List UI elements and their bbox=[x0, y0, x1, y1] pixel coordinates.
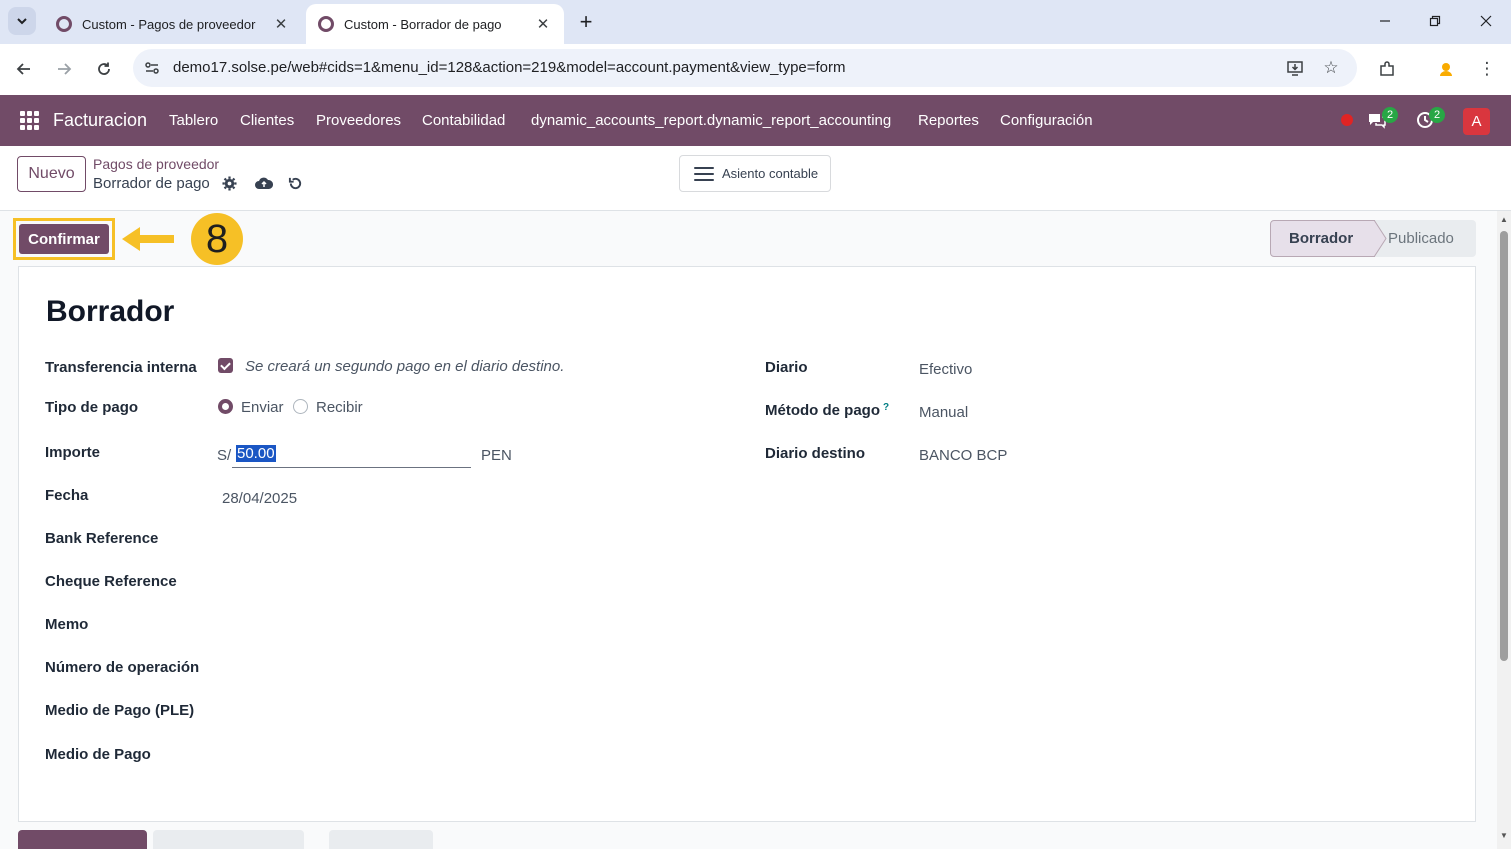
chevron-down-icon bbox=[17, 18, 27, 25]
site-settings-icon[interactable] bbox=[143, 59, 161, 77]
log-note-tab[interactable] bbox=[153, 830, 304, 849]
metodo-pago-label-text: Método de pago bbox=[765, 402, 880, 419]
breadcrumb-current: Borrador de pago bbox=[93, 175, 210, 192]
status-bar: Publicado Borrador bbox=[1270, 220, 1476, 257]
label-medio-pago: Medio de Pago bbox=[45, 746, 151, 763]
apps-menu-icon[interactable] bbox=[20, 111, 39, 130]
menu-contabilidad[interactable]: Contabilidad bbox=[422, 112, 505, 129]
label-fecha: Fecha bbox=[45, 487, 89, 504]
diario-destino-value[interactable]: BANCO BCP bbox=[919, 447, 1007, 464]
label-memo: Memo bbox=[45, 616, 89, 633]
confirm-highlight: Confirmar bbox=[13, 218, 115, 260]
radio-enviar-label[interactable]: Enviar bbox=[241, 399, 284, 416]
label-diario: Diario bbox=[765, 359, 808, 376]
minimize-icon[interactable] bbox=[1362, 6, 1408, 36]
tab-title: Custom - Borrador de pago bbox=[344, 16, 502, 32]
new-tab-icon[interactable]: + bbox=[573, 9, 599, 35]
user-avatar[interactable]: A bbox=[1463, 108, 1490, 135]
metodo-pago-value[interactable]: Manual bbox=[919, 404, 968, 421]
radio-enviar[interactable] bbox=[218, 399, 233, 414]
back-icon[interactable] bbox=[9, 54, 39, 84]
radio-recibir[interactable] bbox=[293, 399, 308, 414]
tab-search-button[interactable] bbox=[8, 7, 36, 35]
status-publicado[interactable]: Publicado bbox=[1375, 220, 1476, 257]
extensions-icon[interactable] bbox=[1376, 58, 1398, 80]
status-separator-icon bbox=[1374, 220, 1387, 257]
annotation-arrow-icon bbox=[122, 227, 174, 251]
address-bar[interactable]: demo17.solse.pe/web#cids=1&menu_id=128&a… bbox=[133, 49, 1357, 87]
new-button[interactable]: Nuevo bbox=[17, 156, 86, 192]
diario-value[interactable]: Efectivo bbox=[919, 361, 972, 378]
transferencia-interna-checkbox[interactable] bbox=[218, 358, 233, 373]
close-tab-icon[interactable]: ✕ bbox=[272, 15, 290, 33]
breadcrumb-parent[interactable]: Pagos de proveedor bbox=[93, 156, 219, 172]
label-diario-destino: Diario destino bbox=[765, 445, 866, 462]
browser-tab-borrador[interactable]: Custom - Borrador de pago ✕ bbox=[306, 4, 564, 44]
activities-tab[interactable] bbox=[329, 830, 433, 849]
label-metodo-pago: Método de pago? bbox=[765, 402, 889, 419]
scroll-down-icon[interactable]: ▼ bbox=[1499, 831, 1509, 841]
odoo-favicon-icon bbox=[318, 16, 334, 32]
messages-badge: 2 bbox=[1382, 107, 1398, 123]
label-transferencia-interna: Transferencia interna bbox=[45, 359, 197, 376]
asiento-contable-label: Asiento contable bbox=[722, 166, 819, 181]
close-tab-icon[interactable]: ✕ bbox=[534, 15, 552, 33]
browser-menu-icon[interactable]: ⋮ bbox=[1476, 58, 1498, 80]
url-text[interactable]: demo17.solse.pe/web#cids=1&menu_id=128&a… bbox=[173, 59, 846, 76]
menu-tablero[interactable]: Tablero bbox=[169, 112, 218, 129]
activities-badge: 2 bbox=[1429, 107, 1445, 123]
step-number-badge: 8 bbox=[191, 213, 243, 265]
menu-clientes[interactable]: Clientes bbox=[240, 112, 294, 129]
help-icon[interactable]: ? bbox=[883, 402, 889, 413]
profile-icon[interactable] bbox=[1435, 58, 1457, 80]
status-dot bbox=[1341, 114, 1353, 126]
discard-undo-icon[interactable] bbox=[286, 174, 304, 192]
page-scrollbar[interactable]: ▲ ▼ bbox=[1497, 211, 1511, 849]
forward-icon[interactable] bbox=[49, 54, 79, 84]
cloud-upload-icon[interactable] bbox=[255, 174, 273, 192]
radio-recibir-label[interactable]: Recibir bbox=[316, 399, 363, 416]
menu-dynamic-report[interactable]: dynamic_accounts_report.dynamic_report_a… bbox=[531, 112, 891, 129]
control-panel: Nuevo Pagos de proveedor Borrador de pag… bbox=[0, 146, 1511, 211]
reload-icon[interactable] bbox=[89, 54, 119, 84]
fecha-input[interactable]: 28/04/2025 bbox=[222, 490, 297, 507]
list-icon bbox=[694, 166, 714, 181]
gear-icon[interactable] bbox=[220, 174, 238, 192]
form-sheet: Borrador Transferencia interna Se creará… bbox=[18, 266, 1476, 822]
app-brand[interactable]: Facturacion bbox=[53, 110, 147, 131]
send-message-tab[interactable] bbox=[18, 830, 147, 849]
odoo-favicon-icon bbox=[56, 16, 72, 32]
currency-code[interactable]: PEN bbox=[481, 447, 512, 464]
scroll-thumb[interactable] bbox=[1500, 231, 1508, 661]
restore-icon[interactable] bbox=[1412, 6, 1458, 36]
currency-symbol: S/ bbox=[217, 447, 232, 464]
transferencia-hint: Se creará un segundo pago en el diario d… bbox=[245, 358, 565, 375]
label-bank-reference: Bank Reference bbox=[45, 530, 159, 547]
label-importe: Importe bbox=[45, 444, 101, 461]
importe-input[interactable]: 50.00 bbox=[232, 443, 471, 468]
record-title: Borrador bbox=[46, 295, 175, 328]
importe-value: 50.00 bbox=[236, 445, 276, 462]
label-medio-pago-ple: Medio de Pago (PLE) bbox=[45, 702, 195, 719]
menu-reportes[interactable]: Reportes bbox=[918, 112, 979, 129]
asiento-contable-button[interactable]: Asiento contable bbox=[679, 155, 831, 192]
label-numero-operacion: Número de operación bbox=[45, 659, 200, 676]
odoo-navbar: Facturacion Tablero Clientes Proveedores… bbox=[0, 95, 1511, 146]
browser-tab-pagos[interactable]: Custom - Pagos de proveedor ✕ bbox=[44, 4, 302, 44]
menu-proveedores[interactable]: Proveedores bbox=[316, 112, 401, 129]
label-cheque-reference: Cheque Reference bbox=[45, 573, 177, 590]
close-window-icon[interactable] bbox=[1463, 6, 1509, 36]
bookmark-star-icon[interactable]: ☆ bbox=[1321, 58, 1341, 78]
scroll-up-icon[interactable]: ▲ bbox=[1499, 215, 1509, 225]
browser-toolbar: demo17.solse.pe/web#cids=1&menu_id=128&a… bbox=[0, 44, 1511, 94]
menu-configuracion[interactable]: Configuración bbox=[1000, 112, 1093, 129]
install-app-icon[interactable] bbox=[1285, 58, 1305, 78]
browser-tabstrip: Custom - Pagos de proveedor ✕ Custom - B… bbox=[0, 0, 1511, 44]
status-borrador[interactable]: Borrador bbox=[1270, 220, 1375, 257]
tab-title: Custom - Pagos de proveedor bbox=[82, 16, 256, 32]
confirm-button[interactable]: Confirmar bbox=[19, 224, 109, 254]
label-tipo-pago: Tipo de pago bbox=[45, 399, 139, 416]
